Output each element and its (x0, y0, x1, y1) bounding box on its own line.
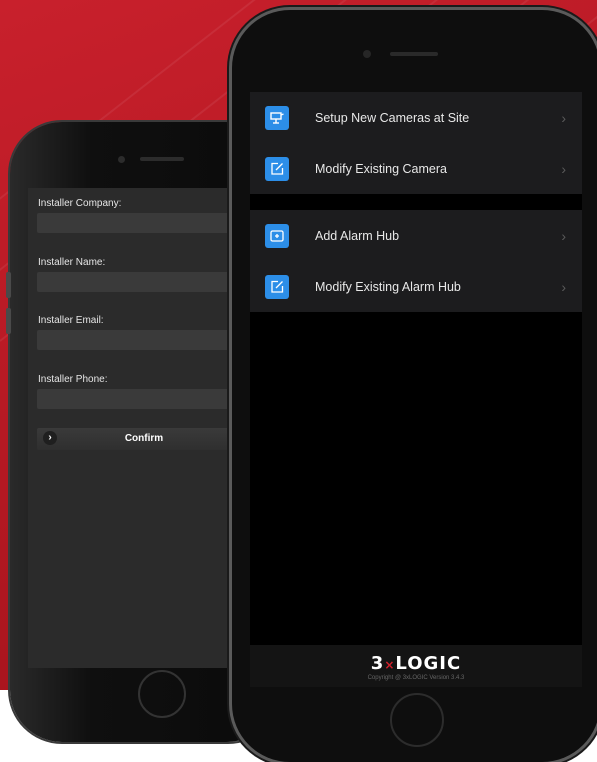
installer-company-input[interactable] (37, 213, 251, 233)
front-camera (118, 156, 125, 163)
3xlogic-logo: 3×LOGIC (370, 653, 462, 674)
front-camera (363, 50, 371, 58)
chevron-right-icon: › (561, 227, 566, 244)
volume-up-button (6, 272, 11, 298)
camera-setup-icon (265, 105, 289, 130)
installer-email-input[interactable] (37, 330, 251, 350)
add-box-icon (265, 223, 289, 248)
chevron-right-icon: › (561, 109, 566, 126)
edit-icon (265, 156, 289, 181)
add-alarm-hub-item[interactable]: Add Alarm Hub › (250, 210, 582, 261)
alarm-menu-group: Add Alarm Hub › Modify Existing Alarm Hu… (250, 210, 582, 312)
modify-existing-camera-label: Modify Existing Camera (315, 161, 447, 176)
camera-menu-group: Setup New Cameras at Site › Modify Exist… (250, 92, 582, 194)
installer-name-input[interactable] (37, 272, 251, 292)
modify-existing-alarm-hub-item[interactable]: Modify Existing Alarm Hub › (250, 261, 582, 312)
copyright-text: Copyright @ 3xLOGIC Version 3.4.3 (367, 675, 465, 681)
modify-existing-alarm-hub-label: Modify Existing Alarm Hub (315, 279, 461, 294)
menu-phone: Setup New Cameras at Site › Modify Exist… (232, 10, 597, 762)
installer-phone-input[interactable] (37, 389, 251, 409)
edit-icon (265, 274, 289, 299)
installer-email-label: Installer Email: (38, 315, 104, 326)
earpiece (140, 157, 184, 161)
app-footer: 3×LOGIC Copyright @ 3xLOGIC Version 3.4.… (250, 645, 582, 687)
home-button[interactable] (138, 670, 186, 718)
chevron-right-icon: › (561, 278, 566, 295)
installer-name-label: Installer Name: (38, 257, 106, 268)
chevron-right-icon: › (561, 160, 566, 177)
home-button[interactable] (390, 693, 444, 747)
setup-new-cameras-item[interactable]: Setup New Cameras at Site › (250, 92, 582, 143)
confirm-label: Confirm (124, 433, 164, 444)
installer-form-screen: Installer Company: Installer Name: Insta… (28, 188, 258, 668)
earpiece (390, 52, 438, 56)
modify-existing-camera-item[interactable]: Modify Existing Camera › (250, 143, 582, 194)
volume-down-button (6, 308, 11, 334)
confirm-button[interactable]: › Confirm (37, 428, 251, 450)
installer-company-label: Installer Company: (38, 198, 122, 209)
installer-phone-label: Installer Phone: (38, 374, 108, 385)
main-menu-screen: Setup New Cameras at Site › Modify Exist… (250, 92, 582, 687)
add-alarm-hub-label: Add Alarm Hub (315, 228, 400, 243)
setup-new-cameras-label: Setup New Cameras at Site (315, 110, 470, 125)
